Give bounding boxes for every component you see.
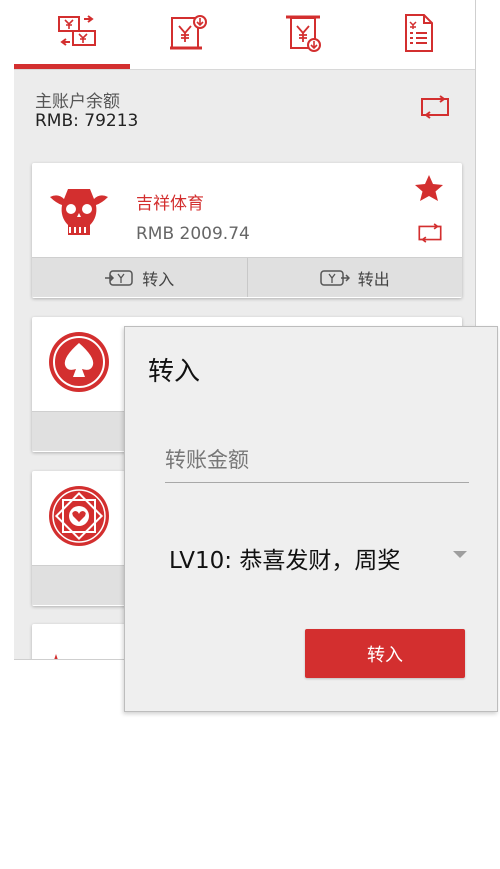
transfer-out-label: 转出 — [357, 269, 390, 289]
records-icon — [405, 14, 433, 52]
transfer-out-icon — [319, 269, 350, 286]
deposit-icon — [170, 15, 207, 50]
main-account-balance: RMB: 79213 — [35, 111, 139, 131]
partial-logo-icon — [54, 654, 58, 659]
transfer-in-button[interactable]: 转入 — [32, 258, 247, 297]
spade-logo-icon — [49, 332, 109, 392]
transfer-dialog: 转入 LV10: 恭喜发财，周奖 转入 — [124, 326, 498, 712]
tab-deposit[interactable] — [166, 10, 212, 56]
bonus-select-value: LV10: 恭喜发财，周奖 — [169, 548, 401, 574]
platform-balance: RMB 2009.74 — [136, 224, 250, 244]
platform-card: 吉祥体育 RMB 2009.74 转入 转出 — [32, 163, 462, 298]
dialog-title: 转入 — [148, 357, 201, 387]
confirm-transfer-button[interactable]: 转入 — [305, 629, 465, 678]
transfer-in-label: 转入 — [142, 269, 175, 289]
refresh-icon[interactable] — [418, 93, 452, 121]
transfer-in-icon — [105, 269, 133, 286]
tab-withdraw[interactable] — [281, 10, 327, 56]
currency-exchange-icon — [58, 15, 96, 46]
skull-logo-icon — [50, 189, 108, 235]
dropdown-arrow-icon — [453, 551, 467, 558]
card-actions: 转入 转出 — [32, 257, 462, 297]
refresh-icon[interactable] — [416, 221, 444, 245]
platform-name: 吉祥体育 — [136, 194, 204, 214]
main-account-label: 主账户余额 — [35, 92, 120, 112]
main-account-panel: 主账户余额 RMB: 79213 — [14, 71, 475, 147]
transfer-amount-input[interactable] — [165, 437, 469, 483]
withdraw-icon — [286, 15, 321, 52]
tab-records[interactable] — [396, 10, 442, 56]
active-tab-indicator — [14, 64, 130, 69]
transfer-out-button[interactable]: 转出 — [246, 258, 463, 297]
star-icon[interactable] — [414, 173, 444, 203]
tab-bar — [14, 0, 475, 70]
bonus-select[interactable]: LV10: 恭喜发财，周奖 — [169, 537, 473, 577]
heart-emblem-logo-icon — [49, 486, 109, 546]
tab-transfer[interactable] — [54, 10, 100, 56]
